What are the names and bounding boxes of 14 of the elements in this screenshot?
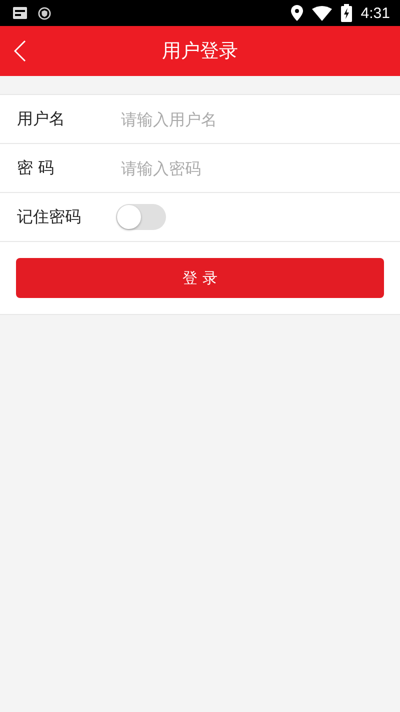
field-label: 密 码 xyxy=(17,158,56,178)
remember-switch[interactable] xyxy=(116,204,166,230)
login-button[interactable]: 登 录 xyxy=(16,258,384,298)
location-icon xyxy=(290,5,303,21)
switch-label: 记住密码 xyxy=(17,206,82,228)
field-label: 用户名 xyxy=(17,108,66,130)
page-title: 用户登录 xyxy=(162,39,238,64)
back-icon[interactable] xyxy=(14,40,26,62)
battery-icon xyxy=(340,4,352,22)
shield-icon xyxy=(38,6,51,20)
status-time: 4:31 xyxy=(360,4,390,22)
wifi-icon xyxy=(312,6,332,20)
input-field[interactable]: 请输入用户名 xyxy=(121,110,361,128)
input-field[interactable]: 请输入密码 xyxy=(121,158,361,178)
